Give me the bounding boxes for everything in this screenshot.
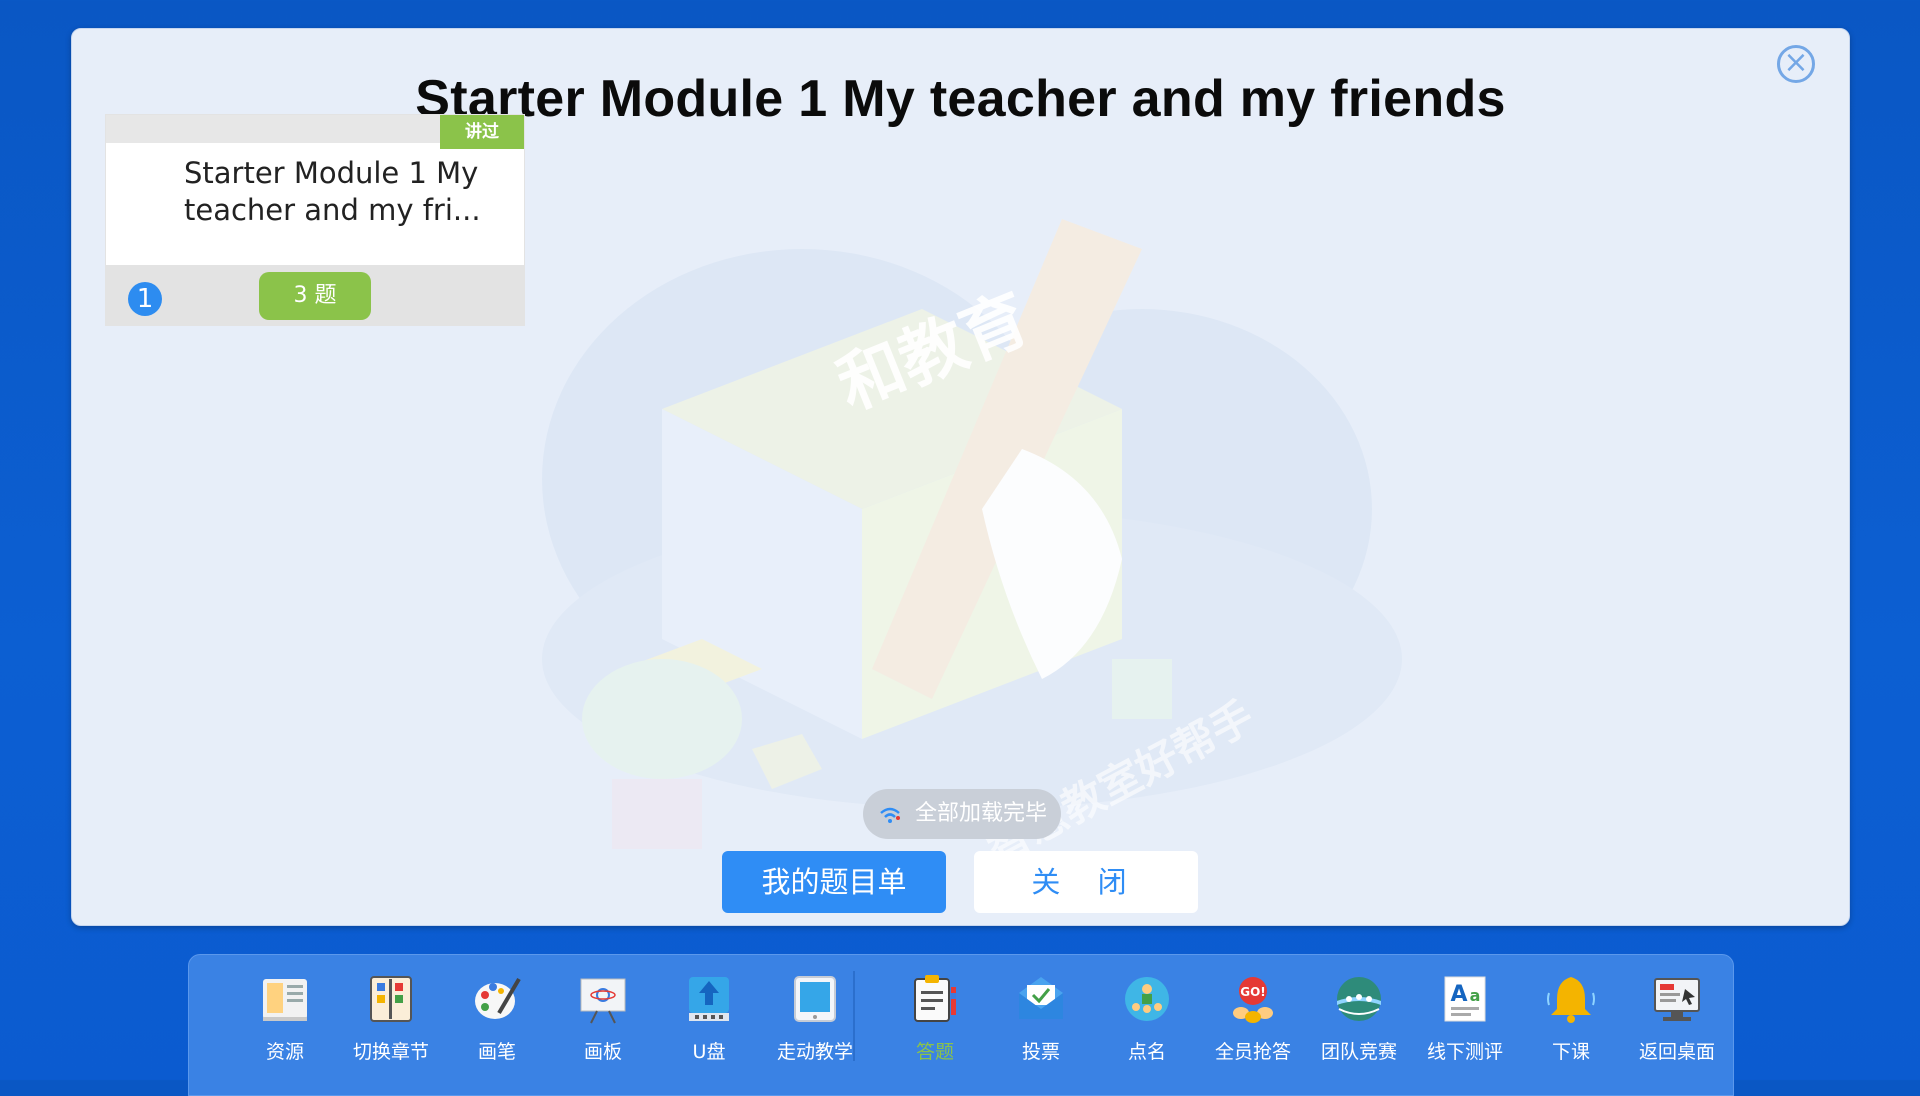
tool-label: 线下测评 (1426, 1041, 1503, 1063)
tool-switch-chapter[interactable]: 切换章节 (341, 973, 441, 1083)
svg-text:A: A (1450, 982, 1467, 1007)
loaded-status-toast: 全部加载完毕 (863, 789, 1061, 839)
bell-icon (1545, 973, 1597, 1025)
loaded-status-text: 全部加载完毕 (914, 801, 1047, 826)
tool-label: 切换章节 (352, 1041, 429, 1063)
team-race-icon (1333, 973, 1385, 1025)
whiteboard-icon (577, 973, 629, 1025)
close-button[interactable]: 关 闭 (974, 851, 1198, 913)
tool-label: 投票 (1021, 1041, 1060, 1063)
question-set-card[interactable]: 讲过 Starter Module 1 My teacher and my fr… (106, 115, 524, 325)
tool-label: 资源 (265, 1041, 304, 1063)
vote-envelope-icon (1015, 973, 1067, 1025)
svg-text:GO!: GO! (1240, 985, 1266, 999)
buzzer-go-icon: GO! (1227, 973, 1279, 1025)
tool-pen[interactable]: 画笔 (447, 973, 547, 1083)
card-footer: 1 3 题 (106, 265, 524, 325)
tool-vote[interactable]: 投票 (991, 973, 1091, 1083)
tool-resources[interactable]: 资源 (235, 973, 335, 1083)
card-title: Starter Module 1 My teacher and my fri..… (184, 156, 481, 227)
tool-label: 返回桌面 (1638, 1041, 1715, 1063)
usb-drive-icon (683, 973, 735, 1025)
tablet-icon (789, 973, 841, 1025)
roll-call-icon (1121, 973, 1173, 1025)
tool-offline-test[interactable]: Aa 线下测评 (1415, 973, 1515, 1083)
bottom-toolbar: 资源 切换章节 画笔 画板 U盘 走动教学 答题 投票 点名 GO! 全员抢答 … (188, 954, 1734, 1096)
book-icon (259, 973, 311, 1025)
tool-label: 画板 (583, 1041, 622, 1063)
tool-label: U盘 (692, 1041, 726, 1063)
tool-label: 团队竞赛 (1320, 1041, 1397, 1063)
question-count-button[interactable]: 3 题 (259, 272, 371, 320)
wifi-icon (880, 807, 900, 823)
question-list-dialog: 和教育 智慧教室好帮手 Starter Module 1 My teacher … (71, 28, 1850, 926)
tool-label: 走动教学 (776, 1041, 853, 1063)
tool-quick-answer[interactable]: GO! 全员抢答 (1203, 973, 1303, 1083)
card-index-badge: 1 (128, 282, 162, 316)
font-test-icon: Aa (1439, 973, 1491, 1025)
tool-label: 答题 (915, 1041, 954, 1063)
svg-text:a: a (1470, 986, 1481, 1005)
tool-usb-drive[interactable]: U盘 (659, 973, 759, 1083)
my-question-list-button[interactable]: 我的题目单 (722, 851, 946, 913)
tool-label: 画笔 (477, 1041, 516, 1063)
close-circle-icon[interactable]: × (1777, 45, 1815, 83)
chapter-switch-icon (365, 973, 417, 1025)
tool-mobile-teaching[interactable]: 走动教学 (765, 973, 865, 1083)
desktop-icon (1651, 973, 1703, 1025)
tool-return-desktop[interactable]: 返回桌面 (1627, 973, 1727, 1083)
palette-icon (471, 973, 523, 1025)
tool-answer[interactable]: 答题 (885, 973, 985, 1083)
tool-drawing-board[interactable]: 画板 (553, 973, 653, 1083)
tool-end-class[interactable]: 下课 (1521, 973, 1621, 1083)
answer-sheet-icon (909, 973, 961, 1025)
taught-badge: 讲过 (440, 115, 524, 149)
tool-roll-call[interactable]: 点名 (1097, 973, 1197, 1083)
card-header: 讲过 (106, 115, 524, 149)
tool-team-race[interactable]: 团队竞赛 (1309, 973, 1409, 1083)
tool-label: 全员抢答 (1214, 1041, 1291, 1063)
tool-label: 下课 (1551, 1041, 1590, 1063)
tool-label: 点名 (1127, 1041, 1166, 1063)
